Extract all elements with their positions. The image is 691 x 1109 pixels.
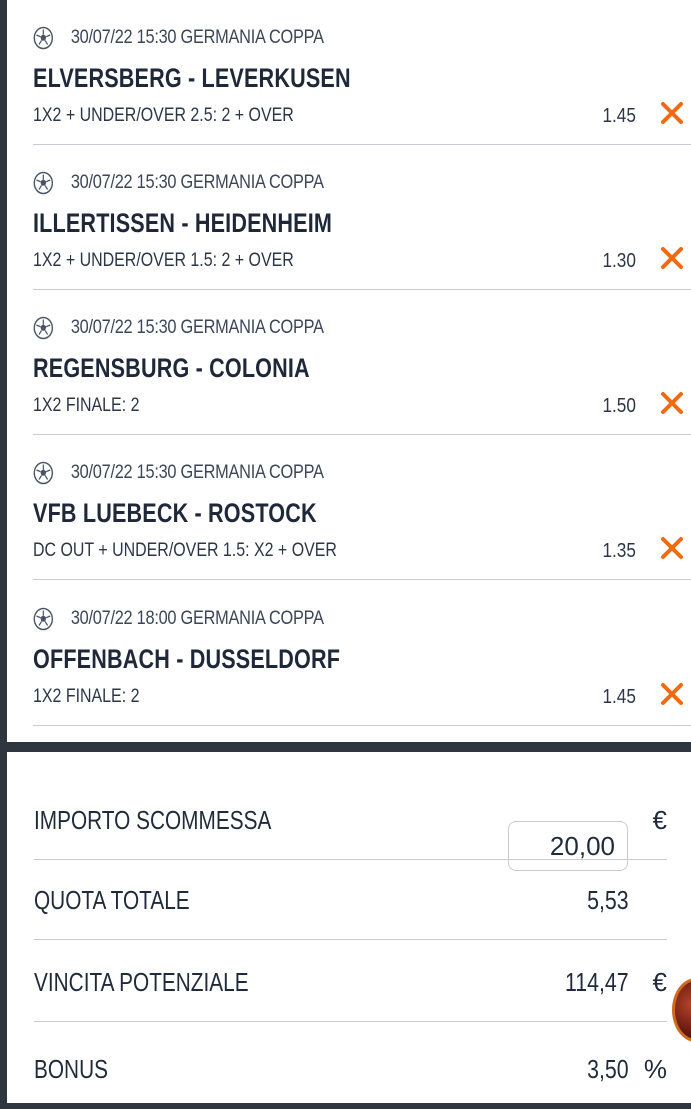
bet-item: 30/07/22 15:30 GERMANIA COPPA VFB LUEBEC… [33, 435, 691, 580]
bet-market: 1X2 FINALE: 2 [33, 686, 140, 707]
potential-win-value: 114,47 [565, 967, 629, 997]
bet-item: 30/07/22 15:30 GERMANIA COPPA ILLERTISSE… [33, 145, 691, 290]
bet-odd: 1.35 [602, 540, 636, 562]
bet-datetime: 30/07/22 15:30 GERMANIA COPPA [70, 317, 324, 338]
bet-odd: 1.45 [602, 105, 636, 127]
close-icon[interactable] [659, 245, 685, 271]
bet-datetime: 30/07/22 15:30 GERMANIA COPPA [70, 27, 324, 48]
bet-meta: 30/07/22 15:30 GERMANIA COPPA [33, 314, 324, 342]
total-odds-label: QUOTA TOTALE [34, 885, 190, 915]
bet-meta: 30/07/22 15:30 GERMANIA COPPA [33, 169, 324, 197]
bonus-unit: % [643, 1054, 667, 1084]
bet-teams: REGENSBURG - COLONIA [33, 353, 310, 383]
bet-item: 30/07/22 18:00 GERMANIA COPPA OFFENBACH … [33, 581, 691, 726]
bet-datetime: 30/07/22 18:00 GERMANIA COPPA [70, 608, 324, 629]
close-icon[interactable] [659, 100, 685, 126]
bet-datetime: 30/07/22 15:30 GERMANIA COPPA [70, 172, 324, 193]
bonus-row: BONUS 3,50 % [34, 1029, 667, 1109]
bonus-label: BONUS [34, 1054, 108, 1084]
stake-label: IMPORTO SCOMMESSA [34, 805, 272, 835]
bet-teams: VFB LUEBECK - ROSTOCK [33, 498, 317, 528]
bet-meta: 30/07/22 15:30 GERMANIA COPPA [33, 459, 324, 487]
divider [34, 939, 667, 940]
bet-market: DC OUT + UNDER/OVER 1.5: X2 + OVER [33, 540, 337, 561]
bet-item: 30/07/22 15:30 GERMANIA COPPA ELVERSBERG… [33, 0, 691, 145]
bet-odd: 1.45 [602, 686, 636, 708]
divider [33, 579, 691, 580]
stake-currency: € [652, 805, 667, 835]
divider [33, 725, 691, 726]
bet-slip-selections: 30/07/22 15:30 GERMANIA COPPA ELVERSBERG… [7, 0, 691, 742]
potential-win-row: VINCITA POTENZIALE 114,47 € [34, 942, 667, 1022]
divider [34, 1021, 667, 1022]
potential-win-label: VINCITA POTENZIALE [34, 967, 249, 997]
bet-odd: 1.30 [602, 250, 636, 272]
bet-meta: 30/07/22 15:30 GERMANIA COPPA [33, 24, 324, 52]
total-odds-value: 5,53 [587, 885, 629, 915]
soccer-ball-icon [33, 171, 54, 195]
bet-odd: 1.50 [602, 395, 636, 417]
bet-teams: ILLERTISSEN - HEIDENHEIM [33, 208, 333, 238]
soccer-ball-icon [33, 607, 54, 631]
bet-teams: ELVERSBERG - LEVERKUSEN [33, 63, 351, 93]
bet-item: 30/07/22 15:30 GERMANIA COPPA REGENSBURG… [33, 290, 691, 435]
bonus-value: 3,50 [587, 1054, 629, 1084]
bet-meta: 30/07/22 18:00 GERMANIA COPPA [33, 605, 324, 633]
total-odds-row: QUOTA TOTALE 5,53 [34, 860, 667, 940]
bet-teams: OFFENBACH - DUSSELDORF [33, 644, 341, 674]
potential-win-currency: € [652, 967, 667, 997]
close-icon[interactable] [659, 535, 685, 561]
bet-datetime: 30/07/22 15:30 GERMANIA COPPA [70, 462, 324, 483]
soccer-ball-icon [33, 316, 54, 340]
bet-market: 1X2 + UNDER/OVER 1.5: 2 + OVER [33, 250, 294, 271]
close-icon[interactable] [659, 390, 685, 416]
soccer-ball-icon [33, 26, 54, 50]
close-icon[interactable] [659, 681, 685, 707]
bet-market: 1X2 + UNDER/OVER 2.5: 2 + OVER [33, 105, 294, 126]
soccer-ball-icon [33, 461, 54, 485]
bet-market: 1X2 FINALE: 2 [33, 395, 140, 416]
stake-row: IMPORTO SCOMMESSA € [34, 780, 667, 871]
bet-slip-summary: IMPORTO SCOMMESSA € QUOTA TOTALE 5,53 VI… [7, 752, 691, 1103]
